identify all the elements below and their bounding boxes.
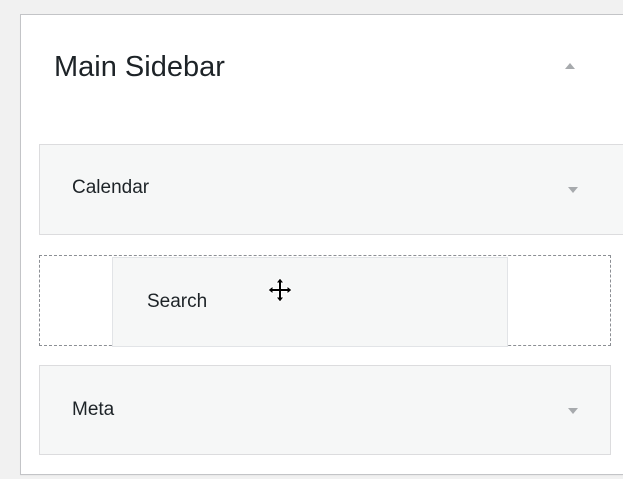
widget-calendar[interactable]: Calendar (39, 144, 623, 235)
widget-expand-button[interactable] (561, 178, 585, 202)
arrow-up-icon (565, 63, 575, 69)
widget-search-dragging[interactable]: Search (112, 257, 508, 347)
widget-title: Search (147, 291, 208, 312)
widget-expand-button[interactable] (561, 399, 585, 423)
arrow-down-icon (568, 187, 578, 193)
sidebar-collapse-button[interactable] (557, 53, 583, 79)
widget-title: Meta (72, 399, 115, 420)
widget-meta[interactable]: Meta (39, 365, 611, 455)
arrow-down-icon (568, 408, 578, 414)
main-sidebar-panel: Main Sidebar Calendar Search Meta (20, 14, 623, 475)
widget-title: Calendar (72, 177, 150, 198)
sidebar-title: Main Sidebar (54, 51, 225, 83)
